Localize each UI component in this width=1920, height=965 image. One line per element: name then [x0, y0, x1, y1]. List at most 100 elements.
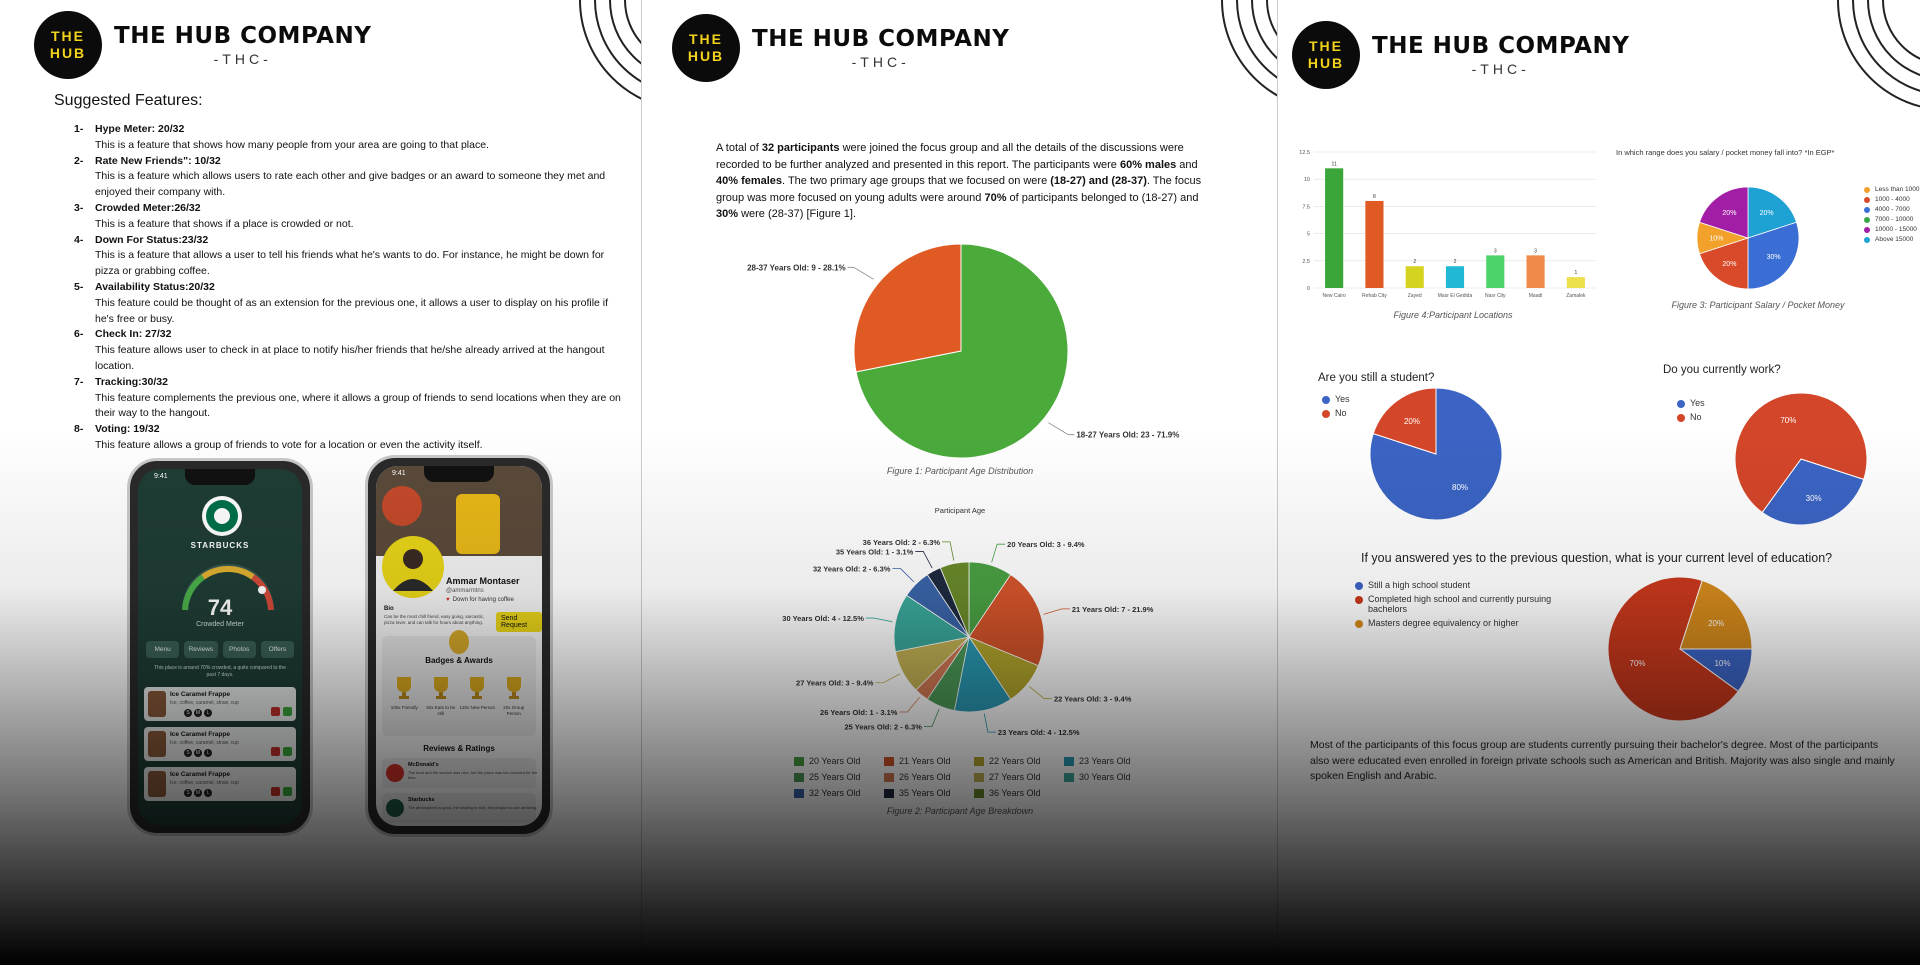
legend-swatch [974, 756, 984, 766]
y-tick-label: 10 [1304, 177, 1310, 183]
feature-item: 6- Check In: 27/32 This feature allows use… [74, 327, 624, 374]
pie-label: 70% [1780, 416, 1796, 425]
place-tab[interactable]: Photos [222, 641, 256, 658]
x-tick-label: Masr El Gedida [1438, 293, 1473, 299]
pie-label: 70% [1630, 659, 1646, 668]
pie-label: 10% [1709, 236, 1723, 243]
highlight-text: 70% [984, 191, 1007, 204]
fig4-caption: Figure 4:Participant Locations [1393, 310, 1513, 320]
feature-number: 7- [74, 375, 84, 388]
trophy-icon [397, 677, 412, 699]
size-options: SML [184, 709, 212, 717]
legend-label: 30 Years Old [1079, 772, 1131, 782]
badge-label: 50x Eats to be still [426, 705, 456, 716]
size-option[interactable]: S [184, 749, 192, 757]
review-place: Starbucks [408, 797, 435, 803]
bar [1325, 168, 1344, 288]
legend-item: No [1322, 408, 1350, 418]
logo-line-1: THE [689, 31, 723, 47]
remove-icon[interactable] [271, 747, 280, 756]
feature-description: This is a feature which allows users to … [95, 170, 606, 199]
feature-description: This feature allows a group of friends t… [95, 438, 483, 451]
size-option[interactable]: L [204, 789, 212, 797]
add-icon[interactable] [283, 707, 292, 716]
bar-value-label: 2 [1413, 259, 1416, 265]
body-text: . The two primary age groups that we foc… [782, 175, 1051, 187]
legend-item: 10000 - 15000 [1864, 226, 1919, 233]
pie-label: 30% [1767, 254, 1781, 261]
student-legend: Yes No [1322, 394, 1350, 422]
badge-list: 100x Friendly 50x Eats to be still 120x Ne… [386, 674, 532, 716]
legend-swatch [794, 788, 804, 798]
frappe-icon [148, 731, 166, 757]
feature-number: 5- [74, 280, 84, 293]
badges-title: Badges & Awards [425, 656, 493, 665]
legend-item: 27 Years Old [974, 772, 1064, 782]
legend-swatch [974, 788, 984, 798]
size-option[interactable]: M [194, 749, 202, 757]
badge: 100x Friendly [386, 674, 422, 716]
bar-value-label: 3 [1534, 248, 1537, 254]
y-tick-label: 12.5 [1299, 150, 1310, 156]
highlight-text: 60% males [1119, 158, 1177, 171]
place-tab[interactable]: Reviews [184, 641, 218, 658]
profile-phone-mockup: 9:41 Ammar Montaser @ammarmtns ♥ Down fo… [365, 455, 553, 837]
company-logo: THE HUB THE HUB COMPANY -THC- [1292, 21, 1629, 89]
menu-item[interactable]: Ice Caramel Frappe Ice, coffee, caramel, … [144, 687, 296, 721]
size-option[interactable]: M [194, 789, 202, 797]
x-tick-label: Rehab City [1362, 293, 1387, 299]
send-request-button[interactable]: Send Request [496, 612, 542, 632]
place-tab[interactable]: Offers [260, 641, 294, 658]
menu-item[interactable]: Ice Caramel Frappe Ice, coffee, caramel, … [144, 767, 296, 801]
y-tick-label: 0 [1307, 286, 1310, 292]
place-tab[interactable]: Menu [146, 641, 180, 658]
review-item[interactable]: McDonald's The food and the service was n… [382, 758, 537, 788]
feature-number: 2- [74, 154, 84, 167]
report-page-3: THE HUB THE HUB COMPANY -THC- 0 2.5 5 7.5 10… [1277, 0, 1920, 965]
feature-description: This feature complements the previous on… [95, 391, 621, 420]
pie-slice [853, 243, 962, 373]
legend-swatch [794, 756, 804, 766]
fig3-caption: Figure 3: Participant Salary / Pocket Mo… [1671, 300, 1845, 310]
legend-item: 23 Years Old [1064, 756, 1154, 766]
size-option[interactable]: L [204, 709, 212, 717]
feature-title: Rate New Friends": 10/32 [95, 154, 221, 167]
feature-number: 6- [74, 328, 84, 341]
legend-label: No [1690, 412, 1702, 422]
add-icon[interactable] [283, 747, 292, 756]
legend-label: 7000 - 10000 [1875, 216, 1914, 223]
crowded-meter-label: Crowded Meter [196, 621, 244, 628]
legend-swatch [1355, 620, 1363, 628]
remove-icon[interactable] [271, 787, 280, 796]
feature-number: 8- [74, 423, 84, 436]
legend-label: 26 Years Old [899, 772, 951, 782]
conclusion-paragraph: Most of the participants of this focus g… [1310, 739, 1895, 782]
pie-leader-line [875, 673, 901, 684]
logo-line-2: HUB [1307, 55, 1345, 71]
starbucks-phone-mockup: 9:41 STARBUCKS 74 Crowded Meter Menu Revi… [127, 458, 313, 836]
legend-label: 27 Years Old [989, 772, 1041, 782]
menu-item-ingredients: Ice, coffee, caramel, straw, cup [170, 700, 239, 706]
logo-line-2: HUB [49, 45, 87, 61]
profile-handle: @ammarmtns [446, 588, 484, 594]
bar-value-label: 1 [1574, 270, 1577, 276]
size-option[interactable]: L [204, 749, 212, 757]
size-option[interactable]: S [184, 789, 192, 797]
menu-item[interactable]: Ice Caramel Frappe Ice, coffee, caramel, … [144, 727, 296, 761]
legend-swatch [1322, 396, 1330, 404]
education-pie-chart: 10% 70% 20% [1607, 576, 1753, 722]
size-option[interactable]: M [194, 709, 202, 717]
legend-item: 32 Years Old [794, 788, 884, 798]
feature-heading: 5- Availability Status:20/32 [74, 280, 624, 296]
feature-item: 1- Hype Meter: 20/32 This is a feature tha… [74, 122, 624, 154]
review-item[interactable]: Starbucks The atmosphere is good, the sea… [382, 793, 537, 823]
x-tick-label: Zayed [1408, 293, 1422, 299]
size-option[interactable]: S [184, 709, 192, 717]
remove-icon[interactable] [271, 707, 280, 716]
feature-description: This is a feature that shows how many pe… [95, 138, 489, 151]
add-icon[interactable] [283, 787, 292, 796]
feature-description: This is a feature that allows a user to … [95, 249, 605, 278]
fig3-pie-chart: 20% 30% 20% 10% 20% [1696, 186, 1800, 290]
legend-swatch [1864, 186, 1870, 193]
y-tick-label: 5 [1307, 232, 1310, 238]
